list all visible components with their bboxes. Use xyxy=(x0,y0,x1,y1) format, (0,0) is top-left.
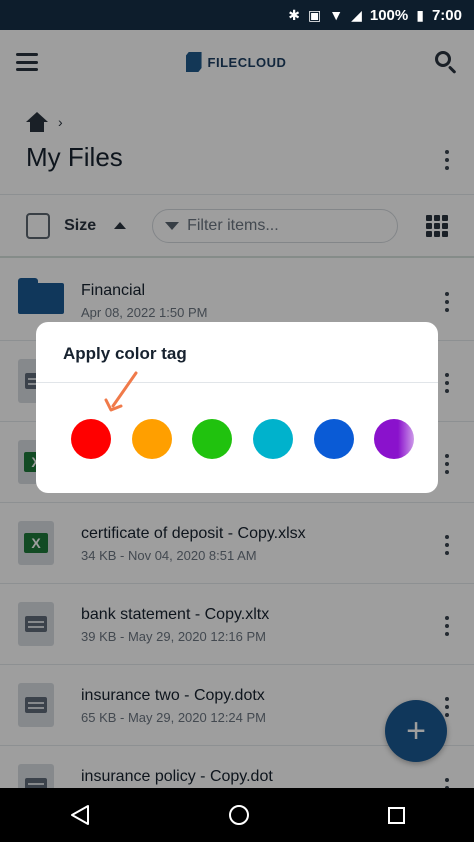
recent-apps-icon[interactable] xyxy=(387,806,405,824)
annotation-arrow-shaft xyxy=(111,371,138,408)
bluetooth-icon: ✱ xyxy=(288,6,300,23)
back-icon[interactable] xyxy=(70,804,90,826)
color-swatch-blue[interactable] xyxy=(314,419,354,459)
color-tag-dialog: Apply color tag xyxy=(36,322,438,493)
scroll-fade xyxy=(398,412,438,468)
status-bar: ✱ ▣ ▼ ◢ 100% ▮ 7:00 xyxy=(0,0,474,30)
color-swatch-green[interactable] xyxy=(192,419,232,459)
signal-icon: ◢ xyxy=(351,6,362,23)
color-swatch-orange[interactable] xyxy=(132,419,172,459)
annotation-arrow-icon xyxy=(104,371,138,412)
wifi-icon: ▼ xyxy=(329,7,344,23)
dialog-title: Apply color tag xyxy=(63,344,187,363)
home-nav-icon[interactable] xyxy=(228,805,249,825)
color-swatch-teal[interactable] xyxy=(253,419,293,459)
system-nav-bar xyxy=(0,788,474,842)
clock: 7:00 xyxy=(431,6,462,24)
color-swatch-red[interactable] xyxy=(71,419,111,459)
battery-icon: ▮ xyxy=(416,6,424,23)
nfc-icon: ▣ xyxy=(308,6,322,23)
dialog-divider xyxy=(36,382,438,383)
battery-level: 100% xyxy=(369,6,409,24)
